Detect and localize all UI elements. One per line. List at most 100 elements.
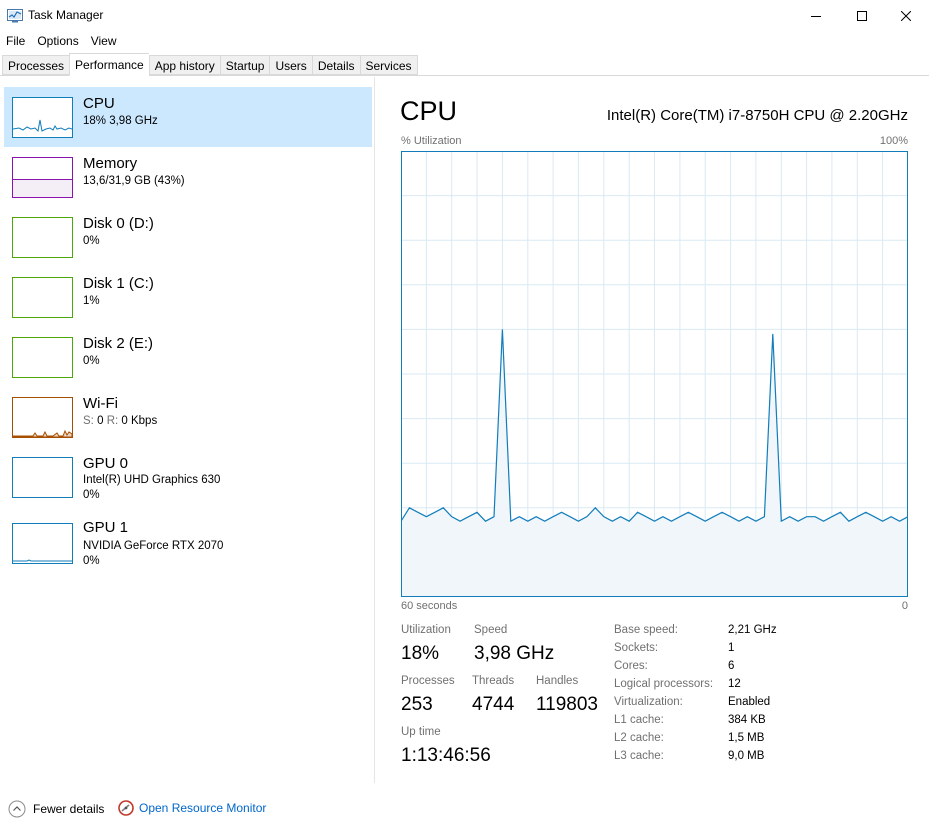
threads-label: Threads bbox=[472, 675, 515, 687]
sidebar-item-detail: 1% bbox=[83, 295, 100, 307]
menu-options[interactable]: Options bbox=[31, 31, 84, 52]
sidebar-item-detail: 0% bbox=[83, 235, 100, 247]
spec-label: Sockets: bbox=[614, 642, 659, 654]
spec-label: Cores: bbox=[614, 660, 648, 672]
utilization-label: Utilization bbox=[401, 624, 451, 636]
chevron-up-icon bbox=[8, 800, 26, 818]
fewer-details-label: Fewer details bbox=[33, 802, 105, 816]
sidebar-item-label: Disk 2 (E:) bbox=[83, 335, 154, 352]
sidebar-item-label: GPU 0 bbox=[83, 455, 129, 472]
menu-file[interactable]: File bbox=[0, 31, 31, 52]
disk-graph-thumbnail bbox=[12, 337, 73, 378]
tab-details[interactable]: Details bbox=[311, 55, 360, 75]
sidebar-item-usage: 0% bbox=[83, 555, 100, 567]
resource-monitor-icon bbox=[118, 800, 134, 816]
page-title: CPU bbox=[400, 96, 458, 126]
spec-value: 1,5 MB bbox=[728, 732, 765, 744]
sidebar-item-detail: 0% bbox=[83, 355, 100, 367]
sidebar-item-label: Memory bbox=[83, 155, 138, 172]
graph-x-end-label: 0 bbox=[901, 600, 908, 612]
graph-x-start-label: 60 seconds bbox=[401, 600, 458, 612]
spec-label: L1 cache: bbox=[614, 714, 664, 726]
spec-value: 12 bbox=[728, 678, 741, 690]
tab-bar: Processes Performance App history Startu… bbox=[0, 53, 929, 76]
window-title: Task Manager bbox=[28, 8, 104, 22]
fewer-details-button[interactable]: Fewer details bbox=[8, 800, 104, 818]
spec-value: 384 KB bbox=[728, 714, 766, 726]
wifi-send-label: S: bbox=[83, 415, 94, 427]
tab-processes[interactable]: Processes bbox=[2, 55, 70, 75]
close-icon bbox=[901, 10, 911, 21]
utilization-value: 18% bbox=[401, 643, 440, 664]
open-resource-monitor-label: Open Resource Monitor bbox=[139, 801, 267, 815]
wifi-receive-label: R: bbox=[106, 415, 119, 427]
sidebar-item-wifi[interactable]: Wi-Fi S: 0 R: 0 Kbps bbox=[4, 387, 372, 447]
wifi-send-value: 0 bbox=[97, 415, 104, 427]
tab-services[interactable]: Services bbox=[359, 55, 418, 75]
spec-label: L2 cache: bbox=[614, 732, 664, 744]
spec-label: Virtualization: bbox=[614, 696, 683, 708]
uptime-value: 1:13:46:56 bbox=[401, 745, 491, 766]
title-bar: Task Manager bbox=[0, 0, 929, 31]
spec-label: Base speed: bbox=[614, 624, 678, 636]
sidebar-item-usage: 0% bbox=[83, 489, 100, 501]
performance-sidebar: CPU 18% 3,98 GHz Memory 13,6/31,9 GB (43… bbox=[0, 77, 375, 783]
menu-bar: File Options View bbox=[0, 31, 123, 52]
tab-app-history[interactable]: App history bbox=[148, 55, 220, 75]
graph-y-max-label: 100% bbox=[879, 135, 908, 147]
wifi-receive-value: 0 Kbps bbox=[121, 415, 158, 427]
sidebar-item-cpu[interactable]: CPU 18% 3,98 GHz bbox=[4, 87, 372, 147]
sidebar-item-label: Disk 1 (C:) bbox=[83, 275, 154, 292]
sidebar-item-detail: Intel(R) UHD Graphics 630 bbox=[83, 474, 221, 486]
cpu-model-name: Intel(R) Core(TM) i7-8750H CPU @ 2.20GHz bbox=[606, 107, 908, 124]
open-resource-monitor-link[interactable]: Open Resource Monitor bbox=[118, 800, 266, 816]
maximize-button[interactable] bbox=[839, 0, 885, 31]
maximize-icon bbox=[857, 10, 867, 21]
sidebar-item-label: Disk 0 (D:) bbox=[83, 215, 154, 232]
sidebar-item-detail: NVIDIA GeForce RTX 2070 bbox=[83, 540, 224, 552]
cpu-detail-panel: CPU Intel(R) Core(TM) i7-8750H CPU @ 2.2… bbox=[376, 77, 929, 783]
spec-value: 2,21 GHz bbox=[728, 624, 777, 636]
memory-graph-thumbnail bbox=[12, 157, 73, 198]
cpu-utilization-graph bbox=[401, 151, 908, 597]
task-manager-icon bbox=[7, 9, 23, 23]
disk-graph-thumbnail bbox=[12, 277, 73, 318]
tab-startup[interactable]: Startup bbox=[219, 55, 270, 75]
menu-view[interactable]: View bbox=[85, 31, 123, 52]
sidebar-item-disk-1[interactable]: Disk 1 (C:) 1% bbox=[4, 267, 372, 327]
minimize-icon bbox=[811, 15, 821, 17]
gpu-graph-thumbnail bbox=[12, 523, 73, 564]
graph-y-axis-label: % Utilization bbox=[401, 135, 462, 147]
sidebar-item-detail: 13,6/31,9 GB (43%) bbox=[83, 175, 185, 187]
uptime-label: Up time bbox=[401, 726, 441, 738]
tab-users[interactable]: Users bbox=[269, 55, 312, 75]
sidebar-item-memory[interactable]: Memory 13,6/31,9 GB (43%) bbox=[4, 147, 372, 207]
processes-value: 253 bbox=[401, 694, 433, 715]
spec-value: 1 bbox=[728, 642, 735, 654]
spec-label: L3 cache: bbox=[614, 750, 664, 762]
sidebar-item-disk-2[interactable]: Disk 2 (E:) 0% bbox=[4, 327, 372, 387]
close-button[interactable] bbox=[883, 0, 929, 31]
wifi-graph-thumbnail bbox=[12, 397, 73, 438]
sidebar-item-detail: S: 0 R: 0 Kbps bbox=[83, 415, 157, 427]
speed-label: Speed bbox=[474, 624, 508, 636]
speed-value: 3,98 GHz bbox=[474, 643, 555, 664]
processes-label: Processes bbox=[401, 675, 455, 687]
threads-value: 4744 bbox=[472, 694, 515, 715]
task-manager-window: Task Manager File Options View Processes… bbox=[0, 0, 929, 836]
disk-graph-thumbnail bbox=[12, 217, 73, 258]
minimize-button[interactable] bbox=[793, 0, 839, 31]
footer-bar: Fewer details Open Resource Monitor bbox=[0, 792, 929, 828]
gpu-graph-thumbnail bbox=[12, 457, 73, 498]
tab-performance[interactable]: Performance bbox=[69, 53, 149, 76]
handles-value: 119803 bbox=[536, 694, 598, 715]
spec-value: 6 bbox=[728, 660, 735, 672]
sidebar-item-gpu-0[interactable]: GPU 0 Intel(R) UHD Graphics 630 0% bbox=[4, 447, 372, 507]
spec-value: Enabled bbox=[728, 696, 771, 708]
handles-label: Handles bbox=[536, 675, 579, 687]
sidebar-item-label: Wi-Fi bbox=[83, 395, 118, 412]
sidebar-item-disk-0[interactable]: Disk 0 (D:) 0% bbox=[4, 207, 372, 267]
sidebar-item-gpu-1[interactable]: GPU 1 NVIDIA GeForce RTX 2070 0% bbox=[4, 513, 372, 573]
cpu-graph-thumbnail bbox=[12, 97, 73, 138]
sidebar-item-label: GPU 1 bbox=[83, 519, 129, 536]
